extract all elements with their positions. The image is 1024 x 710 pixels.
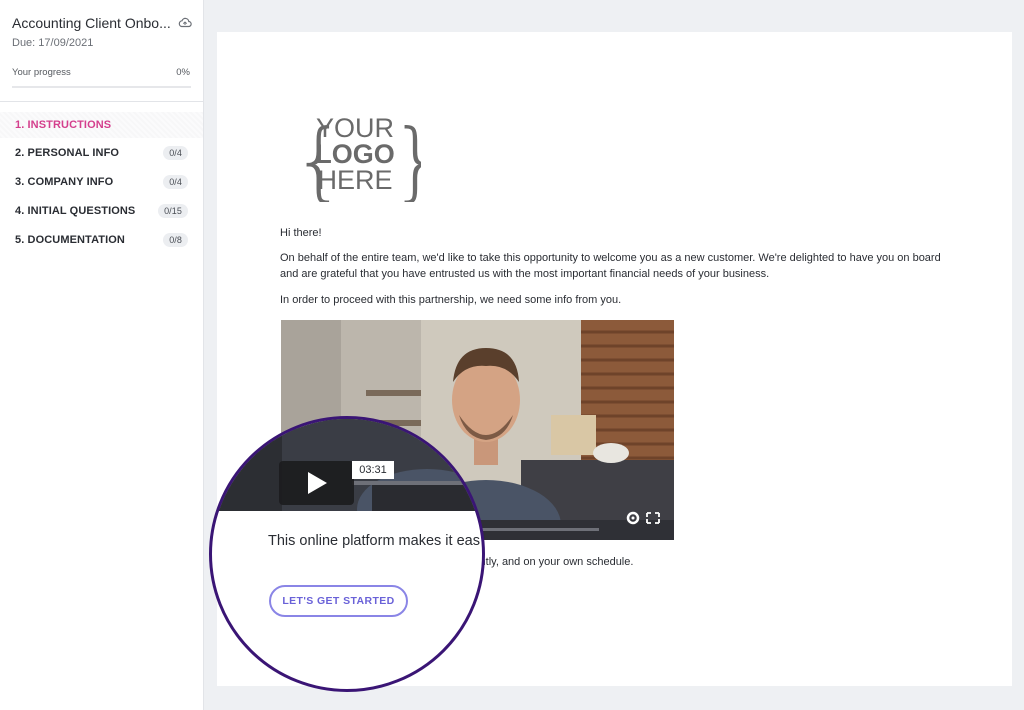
get-started-button[interactable]: LET'S GET STARTED [269,585,408,617]
cloud-icon[interactable] [178,17,192,28]
progress-bar [12,86,191,88]
sidebar-item-label: 4. INITIAL QUESTIONS [15,205,136,217]
sidebar-item-count: 0/15 [158,204,188,218]
form-title: Accounting Client Onbo... [12,15,171,31]
sidebar-item-count: 0/8 [163,233,188,247]
sidebar-item-label: 3. COMPANY INFO [15,176,114,188]
greeting: Hi there! [280,227,322,239]
welcome-paragraph: On behalf of the entire team, we'd like … [280,252,941,280]
company-logo: { } YOUR LOGO HERE [292,111,421,202]
logo-line-here: HERE [317,165,392,195]
sidebar-item-count: 0/4 [163,175,188,189]
sidebar-item-label: 1. INSTRUCTIONS [15,119,112,131]
sidebar-item-company-info[interactable]: 3. COMPANY INFO 0/4 [0,169,203,195]
zoomed-platform-text: This online platform makes it eas [268,533,480,549]
sidebar: Accounting Client Onbo... Due: 17/09/202… [0,0,204,710]
sidebar-divider [0,101,203,102]
zoomed-video-controls: 03:31 [212,419,482,511]
progress-label: Your progress [12,67,71,78]
due-date: Due: 17/09/2021 [12,37,94,49]
sidebar-item-initial-questions[interactable]: 4. INITIAL QUESTIONS 0/15 [0,198,203,224]
sidebar-item-count: 0/4 [163,146,188,160]
video-duration: 03:31 [352,461,394,479]
sidebar-item-label: 2. PERSONAL INFO [15,147,120,159]
play-icon [307,472,327,494]
play-button[interactable] [279,461,354,505]
sidebar-item-personal-info[interactable]: 2. PERSONAL INFO 0/4 [0,140,203,166]
info-paragraph: In order to proceed with this partnershi… [280,294,622,306]
sidebar-item-instructions[interactable]: 1. INSTRUCTIONS [0,112,203,138]
progress-value: 0% [176,67,190,78]
zoom-magnifier: 03:31 This online platform makes it eas … [209,416,485,692]
sidebar-item-label: 5. DOCUMENTATION [15,234,125,246]
sidebar-item-documentation[interactable]: 5. DOCUMENTATION 0/8 [0,227,203,253]
